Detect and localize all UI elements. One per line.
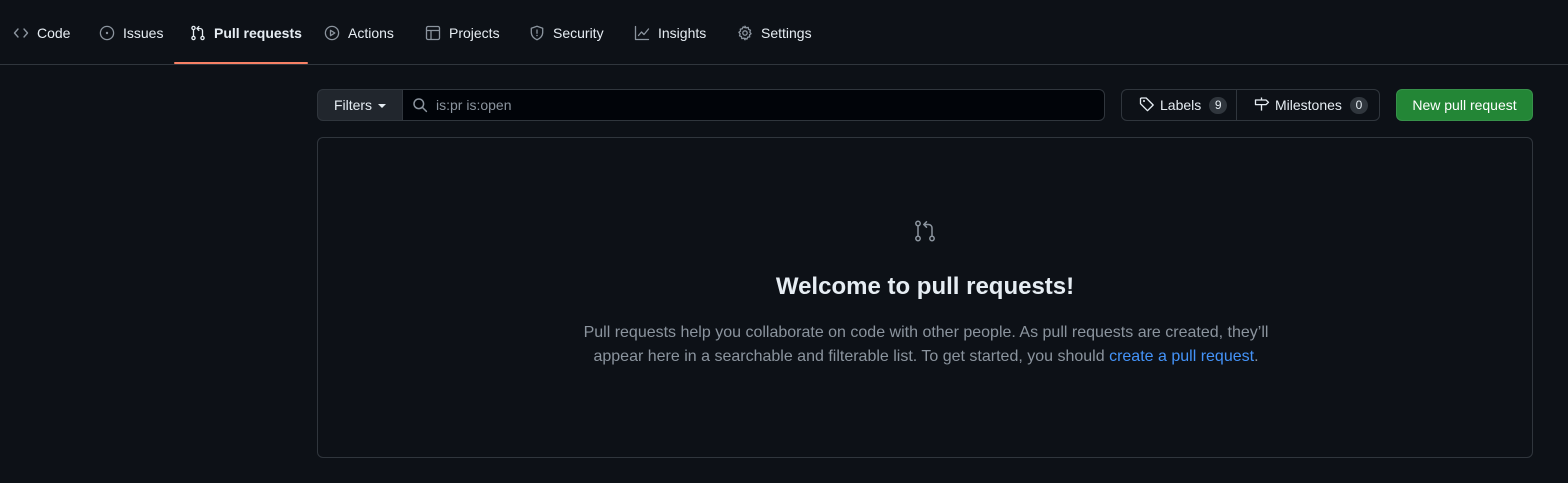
tab-label: Insights bbox=[658, 25, 707, 41]
new-pull-request-button[interactable]: New pull request bbox=[1396, 89, 1533, 121]
repo-tab-nav: Code Issues Pull requests Actions Projec… bbox=[0, 0, 1568, 65]
tab-pull-requests[interactable]: Pull requests bbox=[190, 24, 302, 65]
labels-button[interactable]: Labels 9 bbox=[1122, 90, 1237, 120]
blankslate-description: Pull requests help you collaborate on co… bbox=[576, 321, 1276, 369]
tab-settings[interactable]: Settings bbox=[737, 24, 812, 65]
milestones-button[interactable]: Milestones 0 bbox=[1237, 90, 1379, 120]
labels-count: 9 bbox=[1209, 96, 1228, 114]
play-icon bbox=[324, 25, 340, 41]
tab-label: Security bbox=[553, 25, 604, 41]
labels-label: Labels bbox=[1160, 97, 1202, 113]
issue-opened-icon bbox=[99, 25, 115, 41]
search-input[interactable] bbox=[436, 97, 1076, 113]
tab-actions[interactable]: Actions bbox=[324, 24, 394, 65]
gear-icon bbox=[737, 25, 753, 41]
graph-icon bbox=[634, 25, 650, 41]
tab-security[interactable]: Security bbox=[529, 24, 604, 65]
blankslate-text-end: . bbox=[1254, 348, 1259, 365]
tab-label: Pull requests bbox=[214, 25, 302, 41]
milestones-count: 0 bbox=[1349, 96, 1368, 114]
git-pull-request-icon bbox=[190, 25, 206, 41]
milestone-icon bbox=[1254, 96, 1270, 115]
tab-issues[interactable]: Issues bbox=[99, 24, 163, 65]
git-pull-request-icon bbox=[913, 219, 937, 243]
selected-tab-indicator bbox=[174, 62, 308, 64]
tab-insights[interactable]: Insights bbox=[634, 24, 706, 65]
blankslate: Welcome to pull requests! Pull requests … bbox=[317, 137, 1533, 458]
milestones-label: Milestones bbox=[1275, 97, 1342, 113]
tab-code[interactable]: Code bbox=[13, 24, 70, 65]
labels-milestones-group: Labels 9 Milestones 0 bbox=[1121, 89, 1380, 121]
tag-icon bbox=[1139, 96, 1155, 115]
blankslate-title: Welcome to pull requests! bbox=[775, 273, 1075, 300]
create-pull-request-link[interactable]: create a pull request bbox=[1109, 348, 1254, 365]
chevron-down-icon bbox=[378, 104, 387, 108]
search-bar[interactable] bbox=[402, 89, 1105, 121]
shield-icon bbox=[529, 25, 545, 41]
tab-label: Actions bbox=[348, 25, 394, 41]
table-icon bbox=[425, 25, 441, 41]
tab-label: Projects bbox=[449, 25, 500, 41]
filters-button[interactable]: Filters bbox=[317, 89, 403, 121]
search-icon bbox=[412, 97, 428, 113]
tab-label: Code bbox=[37, 25, 71, 41]
filters-label: Filters bbox=[333, 97, 373, 113]
tab-label: Settings bbox=[761, 25, 812, 41]
tab-projects[interactable]: Projects bbox=[425, 24, 500, 65]
tab-label: Issues bbox=[123, 25, 164, 41]
code-icon bbox=[13, 25, 29, 41]
